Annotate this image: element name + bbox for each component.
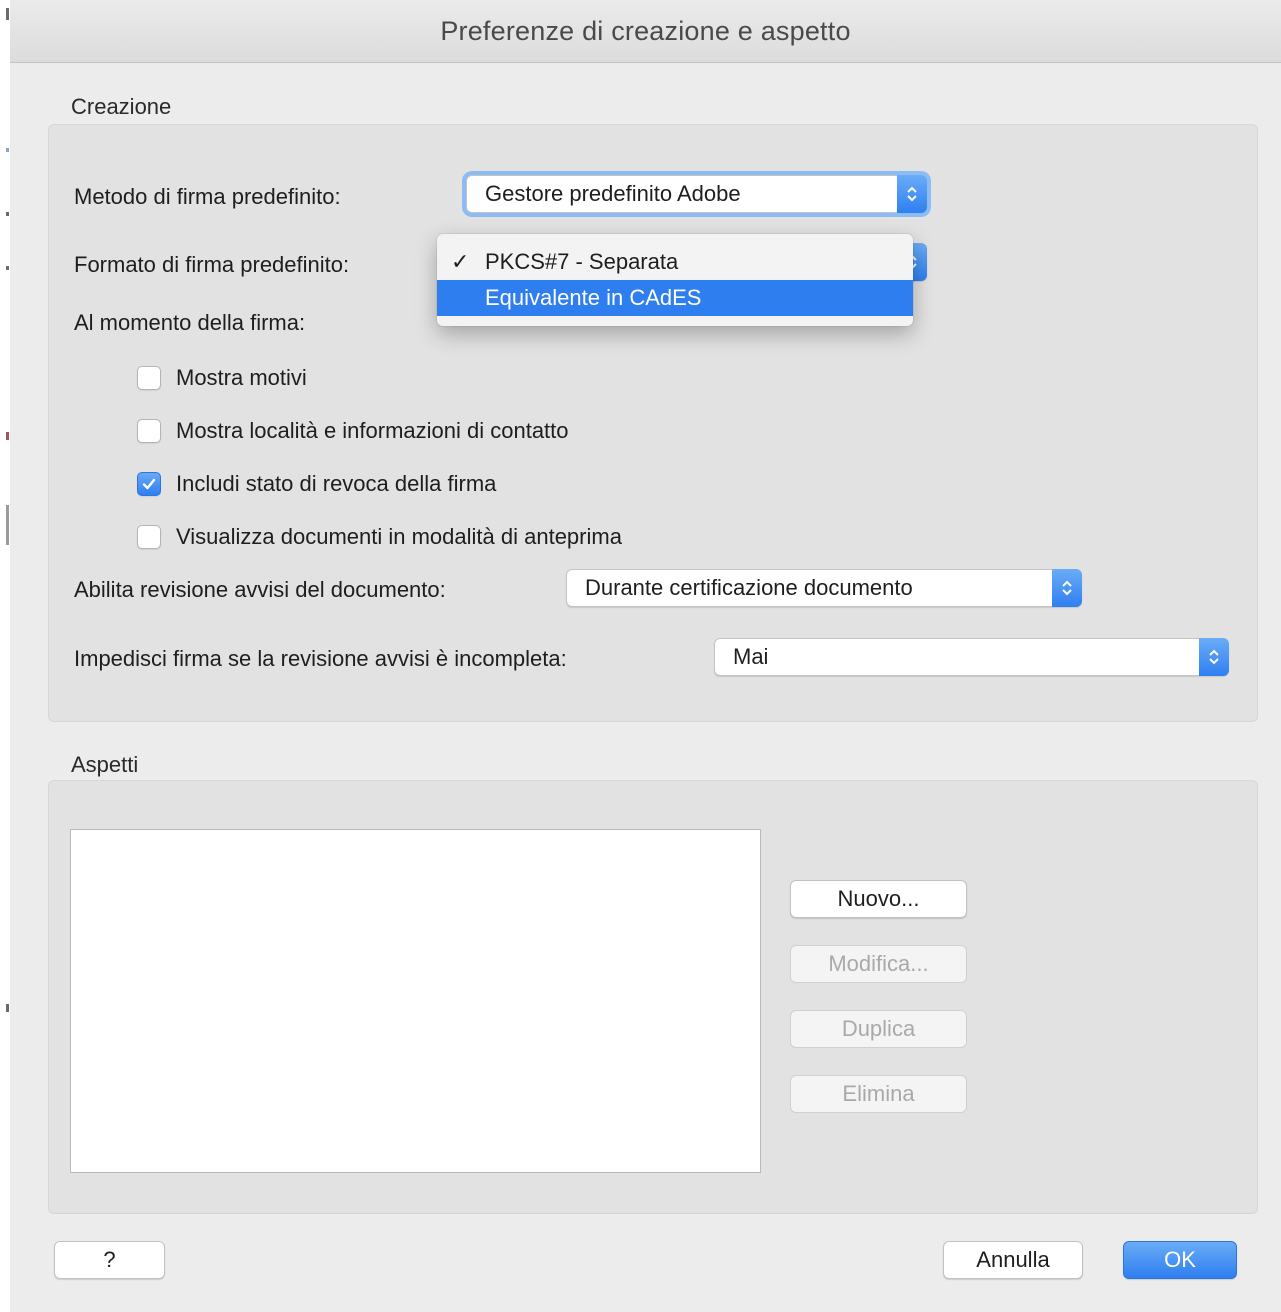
enable-review-label: Abilita revisione avvisi del documento: <box>74 577 446 602</box>
enable-review-select[interactable]: Durante certificazione documento <box>566 569 1082 607</box>
checkmark-icon <box>142 478 156 490</box>
duplicate-appearance-button[interactable]: Duplica <box>790 1010 967 1048</box>
menu-item-label: Equivalente in CAdES <box>485 285 702 310</box>
menu-checkmark-icon: ✓ <box>451 249 470 274</box>
include-revocation-label: Includi stato di revoca della firma <box>176 471 497 496</box>
on-sign-label: Al momento della firma: <box>74 310 306 335</box>
signature-format-menu: ✓ PKCS#7 - Separata Equivalente in CAdES <box>437 234 913 326</box>
title-bar[interactable]: Preferenze di creazione e aspetto <box>10 0 1281 63</box>
show-reasons-label: Mostra motivi <box>176 365 307 390</box>
select-arrows-icon <box>897 175 927 213</box>
help-button[interactable]: ? <box>54 1241 165 1279</box>
show-location-label: Mostra località e informazioni di contat… <box>176 418 569 443</box>
appearances-list[interactable] <box>70 829 761 1173</box>
show-reasons-checkbox[interactable] <box>137 366 161 390</box>
delete-appearance-button[interactable]: Elimina <box>790 1075 967 1113</box>
default-method-select[interactable]: Gestore predefinito Adobe <box>466 175 927 213</box>
ok-button[interactable]: OK <box>1123 1241 1237 1279</box>
edit-appearance-button[interactable]: Modifica... <box>790 945 967 983</box>
select-arrows-icon <box>1199 638 1229 676</box>
prevent-sign-select[interactable]: Mai <box>714 638 1229 676</box>
preview-mode-label: Visualizza documenti in modalità di ante… <box>176 524 622 549</box>
background-window-edge <box>0 0 10 1312</box>
default-format-label: Formato di firma predefinito: <box>74 252 350 277</box>
prevent-sign-label: Impedisci firma se la revisione avvisi è… <box>74 646 567 671</box>
select-arrows-icon <box>1052 569 1082 607</box>
enable-review-value: Durante certificazione documento <box>585 575 913 600</box>
preferences-dialog: Preferenze di creazione e aspetto Creazi… <box>10 0 1281 1312</box>
preview-mode-checkbox[interactable] <box>137 525 161 549</box>
cancel-button[interactable]: Annulla <box>943 1241 1083 1279</box>
new-appearance-button[interactable]: Nuovo... <box>790 880 967 918</box>
menu-item-cades[interactable]: Equivalente in CAdES <box>437 280 913 316</box>
window-title: Preferenze di creazione e aspetto <box>440 15 851 46</box>
prevent-sign-value: Mai <box>733 644 769 669</box>
menu-item-pkcs7[interactable]: ✓ PKCS#7 - Separata <box>437 244 913 280</box>
appearances-section-label: Aspetti <box>71 752 139 777</box>
show-location-checkbox[interactable] <box>137 419 161 443</box>
include-revocation-checkbox[interactable] <box>137 472 161 496</box>
menu-item-label: PKCS#7 - Separata <box>485 249 679 274</box>
creation-section-label: Creazione <box>71 94 172 119</box>
default-method-label: Metodo di firma predefinito: <box>74 184 341 209</box>
default-method-value: Gestore predefinito Adobe <box>485 181 741 206</box>
